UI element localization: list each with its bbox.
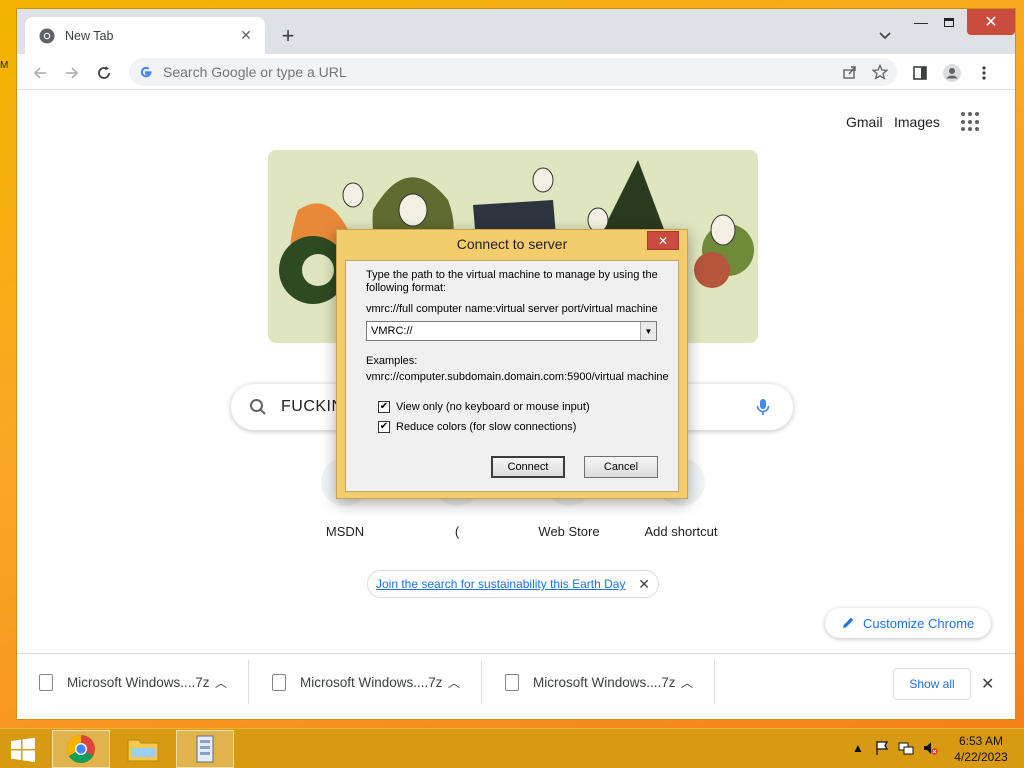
reload-icon[interactable]: [91, 60, 117, 86]
shortcut-label: MSDN: [325, 524, 365, 539]
download-item[interactable]: Microsoft Windows....7z ︿: [250, 660, 482, 704]
side-panel-icon[interactable]: [907, 60, 933, 86]
example-text: vmrc://computer.subdomain.domain.com:590…: [366, 371, 669, 383]
customize-label: Customize Chrome: [863, 615, 975, 631]
taskbar-file-explorer[interactable]: [114, 730, 172, 768]
dialog-body: Type the path to the virtual machine to …: [345, 260, 679, 492]
pencil-icon: [843, 617, 854, 628]
images-link[interactable]: Images: [894, 114, 940, 130]
search-icon: [250, 399, 266, 415]
window-minimize-button[interactable]: —: [907, 9, 935, 35]
shelf-close-icon[interactable]: ✕: [981, 674, 994, 694]
shortcut-label: (: [454, 524, 460, 539]
omnibox-input[interactable]: [163, 64, 803, 80]
taskbar-chrome[interactable]: [52, 730, 110, 768]
examples-label: Examples:: [366, 355, 418, 367]
file-icon: [272, 673, 286, 691]
download-shelf: Microsoft Windows....7z ︿ Microsoft Wind…: [17, 653, 1015, 719]
reduce-colors-checkbox[interactable]: ✔ Reduce colors (for slow connections): [378, 421, 576, 433]
download-filename: Microsoft Windows....7z: [67, 674, 210, 690]
gmail-link[interactable]: Gmail: [846, 114, 883, 130]
tray-expand-icon[interactable]: ▲: [852, 741, 864, 755]
profile-avatar-icon[interactable]: [939, 60, 965, 86]
windows-taskbar: ▲ 6:53 AM 4/22/2023: [0, 728, 1024, 768]
download-item[interactable]: Microsoft Windows....7z ︿: [483, 660, 715, 704]
action-center-flag-icon[interactable]: [874, 740, 890, 756]
tab-strip: New Tab ✕ + — ✕: [17, 9, 1015, 54]
cancel-button[interactable]: Cancel: [584, 456, 658, 478]
server-path-combobox[interactable]: ▼: [366, 321, 657, 341]
chevron-up-icon[interactable]: ︿: [448, 674, 460, 691]
system-clock[interactable]: 6:53 AM 4/22/2023: [946, 733, 1016, 765]
chrome-icon: [67, 735, 95, 763]
volume-muted-icon[interactable]: [922, 740, 938, 756]
search-input-value[interactable]: FUCKIN: [281, 398, 344, 416]
omnibox[interactable]: [129, 58, 897, 86]
checkbox-checked-icon[interactable]: ✔: [378, 421, 390, 433]
checkbox-checked-icon[interactable]: ✔: [378, 401, 390, 413]
tab-close-icon[interactable]: ✕: [237, 27, 255, 45]
promo-close-icon[interactable]: ✕: [638, 576, 650, 593]
dialog-close-button[interactable]: ✕: [647, 231, 679, 250]
tab-title: New Tab: [65, 28, 114, 43]
connect-to-server-dialog: Connect to server ✕ Type the path to the…: [336, 229, 688, 499]
window-close-button[interactable]: ✕: [967, 9, 1015, 35]
dialog-title: Connect to server: [456, 236, 568, 252]
chevron-up-icon[interactable]: ︿: [215, 674, 227, 691]
taskbar-vmrc[interactable]: [176, 730, 234, 768]
microphone-icon[interactable]: [753, 397, 773, 417]
customize-chrome-button[interactable]: Customize Chrome: [825, 608, 991, 638]
view-only-label: View only (no keyboard or mouse input): [396, 401, 590, 413]
shortcut-label: Web Store: [538, 524, 600, 539]
folder-icon: [127, 739, 159, 762]
browser-toolbar: [17, 54, 1015, 90]
windows-start-icon[interactable]: [10, 737, 36, 763]
connect-button[interactable]: Connect: [491, 456, 565, 478]
google-g-icon: [140, 66, 152, 78]
chrome-menu-icon[interactable]: [971, 60, 997, 86]
clock-date: 4/22/2023: [954, 750, 1008, 764]
server-app-icon: [196, 735, 214, 763]
shortcut-label: Add shortcut: [644, 524, 718, 539]
earth-day-promo: Join the search for sustainability this …: [367, 570, 659, 598]
tab-new-tab[interactable]: New Tab ✕: [25, 17, 265, 54]
dialog-format: vmrc://full computer name:virtual server…: [366, 303, 658, 315]
show-all-button[interactable]: Show all: [893, 668, 971, 700]
clock-time: 6:53 AM: [958, 734, 1004, 748]
window-maximize-button[interactable]: [935, 9, 963, 35]
server-path-input[interactable]: [367, 325, 637, 337]
network-icon[interactable]: [898, 740, 914, 756]
download-item[interactable]: Microsoft Windows....7z ︿: [17, 660, 249, 704]
desktop-stray-text: M: [0, 60, 9, 71]
chrome-favicon-icon: [39, 28, 55, 43]
dropdown-arrow-icon[interactable]: ▼: [640, 322, 656, 340]
file-icon: [505, 673, 519, 691]
download-filename: Microsoft Windows....7z: [300, 674, 443, 690]
google-apps-icon[interactable]: [961, 112, 981, 132]
dialog-description: Type the path to the virtual machine to …: [366, 269, 658, 294]
share-icon[interactable]: [841, 63, 859, 81]
chevron-up-icon[interactable]: ︿: [681, 674, 693, 691]
forward-arrow-icon[interactable]: [59, 60, 85, 86]
file-icon: [39, 673, 53, 691]
promo-link[interactable]: Join the search for sustainability this …: [376, 577, 625, 591]
new-tab-button[interactable]: +: [275, 23, 301, 49]
bookmark-star-icon[interactable]: [871, 63, 889, 81]
back-arrow-icon[interactable]: [27, 60, 53, 86]
tab-search-chevron-icon[interactable]: [875, 25, 895, 45]
download-filename: Microsoft Windows....7z: [533, 674, 676, 690]
reduce-colors-label: Reduce colors (for slow connections): [396, 421, 577, 433]
view-only-checkbox[interactable]: ✔ View only (no keyboard or mouse input): [378, 401, 590, 413]
